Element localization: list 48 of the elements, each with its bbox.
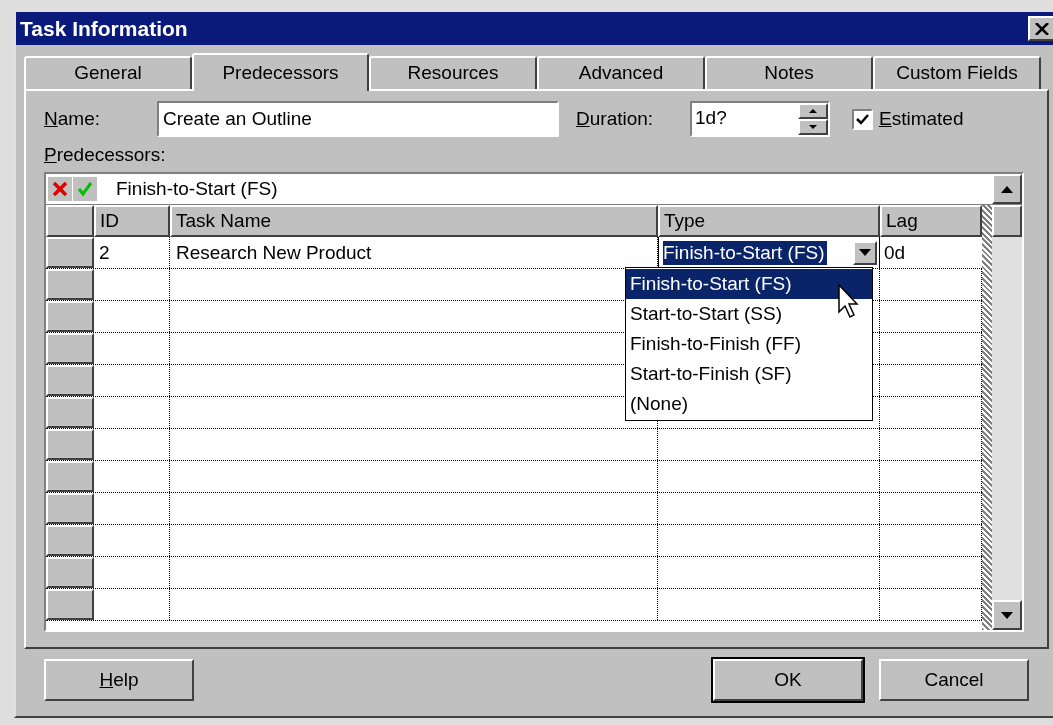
scroll-thumb[interactable] (992, 205, 1022, 237)
duration-field[interactable]: 1d? (690, 101, 830, 137)
field-label: Duration: (576, 106, 655, 131)
dropdown-option[interactable]: Finish-to-Finish (FF) (626, 329, 872, 359)
dialog-button[interactable]: Help (44, 659, 194, 701)
window-title: Task Information (20, 15, 188, 42)
spin-up-button[interactable] (798, 103, 828, 119)
cancel-x-icon (53, 182, 67, 196)
scrollbar[interactable] (992, 205, 1022, 630)
tab[interactable]: Notes (705, 56, 873, 89)
up-arrow-icon (809, 109, 817, 113)
caret-icon (859, 249, 871, 256)
close-button[interactable] (1028, 16, 1053, 41)
entry-field[interactable]: Finish-to-Start (FS) (112, 174, 992, 204)
field-label: Name: (44, 106, 101, 131)
tab[interactable]: General (24, 56, 192, 89)
dialog-button[interactable]: Cancel (879, 659, 1029, 701)
dialog-button[interactable]: OK (713, 659, 863, 701)
scroll-up-button[interactable] (992, 174, 1022, 204)
check-icon (856, 113, 869, 125)
checkbox-label: Estimated (879, 106, 964, 131)
dropdown-option[interactable]: Finish-to-Start (FS) (626, 269, 872, 299)
table-cell: 2 (94, 237, 170, 268)
column-header[interactable]: Task Name (170, 205, 658, 237)
cancel-entry-button[interactable] (48, 177, 72, 201)
splitter-bar[interactable] (982, 205, 992, 630)
down-arrow-icon (1001, 611, 1013, 619)
spin-down-button[interactable] (798, 119, 828, 135)
table-cell-text: 0d (883, 241, 907, 265)
tab[interactable]: Advanced (537, 56, 705, 89)
tab[interactable]: Custom Fields (873, 56, 1041, 89)
column-header[interactable]: Lag (880, 205, 982, 237)
name-field[interactable]: Create an Outline (157, 101, 559, 137)
tab[interactable]: Predecessors (192, 53, 369, 91)
column-header[interactable]: Type (658, 205, 880, 237)
up-arrow-icon (1001, 185, 1013, 193)
check-icon (77, 181, 93, 197)
dropdown-option[interactable]: (None) (626, 389, 872, 419)
close-icon (1034, 22, 1049, 35)
down-arrow-icon (809, 125, 817, 129)
dropdown-option[interactable]: Start-to-Start (SS) (626, 299, 872, 329)
dropdown-button[interactable] (853, 240, 877, 265)
estimated-checkbox[interactable] (852, 108, 873, 130)
column-header[interactable]: ID (94, 205, 170, 237)
dropdown-option[interactable]: Start-to-Finish (SF) (626, 359, 872, 389)
tab[interactable]: Resources (369, 56, 537, 89)
scroll-down-button[interactable] (992, 600, 1022, 630)
section-label: Predecessors: (44, 143, 166, 168)
